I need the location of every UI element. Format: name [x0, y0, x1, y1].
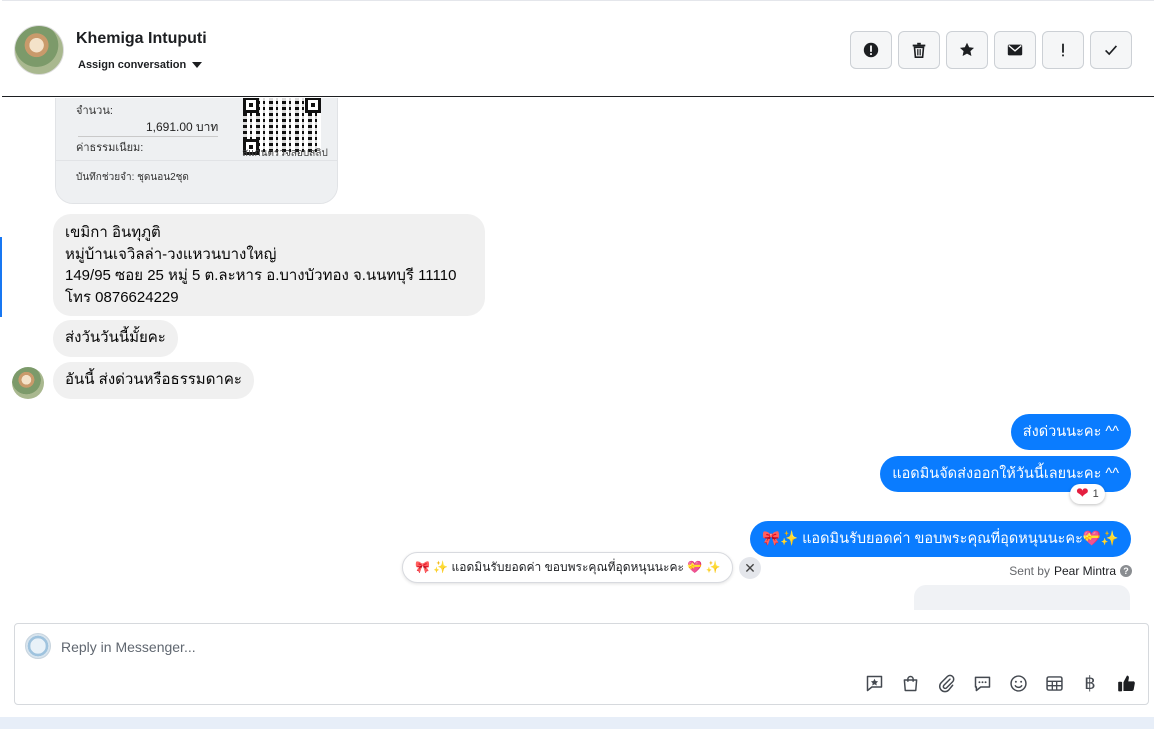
canned-response-button[interactable] [970, 671, 994, 695]
saved-reply-icon [866, 675, 882, 691]
table-icon [1045, 675, 1063, 691]
slip-amount-label: จำนวน: [76, 105, 113, 117]
shopping-bag-icon [903, 675, 917, 691]
saved-reply-button[interactable] [862, 671, 886, 695]
envelope-icon [1007, 44, 1023, 56]
composer-toolbar: ฿ [862, 671, 1138, 695]
messenger-inbox: Khemiga Intuputi Assign conversation จำน… [0, 0, 1154, 729]
payment-request-button[interactable]: ฿ [1078, 671, 1102, 695]
emoji-icon [1009, 674, 1027, 692]
reply-composer: ฿ [14, 623, 1149, 705]
star-button[interactable] [946, 31, 988, 69]
outgoing-message[interactable]: ส่งด่วนนะคะ ^^ [1010, 414, 1131, 450]
mark-unread-button[interactable] [994, 31, 1036, 69]
slip-fee-label: ค่าธรรมเนียม: [76, 142, 144, 154]
trash-icon [912, 42, 926, 59]
incoming-message-address[interactable]: เขมิกา อินทุภูติ หมู่บ้านเจวิลล่า-วงแหวน… [53, 214, 485, 316]
like-button[interactable] [1114, 671, 1138, 695]
delete-button[interactable] [898, 31, 940, 69]
footer-strip [0, 717, 1154, 729]
mark-done-button[interactable] [1090, 31, 1132, 69]
slip-scan-label: สแกนตรวจสอบสลิป [242, 148, 328, 159]
address-line: 149/95 ซอย 25 หมู่ 5 ต.ละหาร อ.บางบัวทอง… [65, 267, 457, 284]
conversation-header: Khemiga Intuputi Assign conversation [2, 0, 1154, 97]
slip-amount-value: 1,691.00 บาท [146, 120, 219, 134]
reply-input[interactable] [61, 636, 961, 658]
assign-conversation-label: Assign conversation [78, 59, 187, 71]
baht-icon: ฿ [1084, 672, 1096, 693]
attachment-icon [938, 674, 954, 692]
typing-placeholder [914, 585, 1130, 610]
incoming-message[interactable]: ส่งวันวันนี้มั้ยคะ [53, 320, 178, 357]
message-thread[interactable]: จำนวน: 1,691.00 บาท ค่าธรรมเนียม: 0.00 บ… [2, 98, 1154, 610]
address-line: เขมิกา อินทุภูติ [65, 224, 161, 241]
chat-bubble-icon [974, 676, 990, 691]
exclamation-icon [1062, 43, 1064, 57]
sent-by-info: Sent by Pear Mintra ? [1009, 564, 1132, 578]
follow-up-button[interactable] [1042, 31, 1084, 69]
star-icon [959, 42, 975, 57]
contact-avatar-small[interactable] [12, 367, 44, 399]
emoji-button[interactable] [1006, 671, 1030, 695]
incoming-message[interactable]: อันนี้ ส่งด่วนหรือธรรมดาคะ [53, 362, 254, 399]
alert-circle-icon [863, 42, 879, 58]
shop-button[interactable] [898, 671, 922, 695]
sent-by-name[interactable]: Pear Mintra [1054, 564, 1116, 578]
sent-by-prefix: Sent by [1009, 564, 1050, 578]
address-line: หมู่บ้านเจวิลล่า-วงแหวนบางใหญ่ [65, 245, 277, 263]
header-toolbar [850, 31, 1132, 69]
contact-avatar[interactable] [14, 25, 64, 75]
help-icon[interactable]: ? [1120, 565, 1132, 577]
mark-spam-button[interactable] [850, 31, 892, 69]
order-table-button[interactable] [1042, 671, 1066, 695]
dismiss-suggestion-button[interactable]: ✕ [739, 557, 761, 579]
thumbs-up-icon [1117, 675, 1135, 691]
address-line: โทร 0876624229 [65, 288, 179, 306]
reaction-count: 1 [1092, 488, 1099, 500]
page-avatar [25, 633, 51, 659]
slip-memo: บันทึกช่วยจำ: ชุดนอน2ชุด [76, 172, 189, 183]
attach-button[interactable] [934, 671, 958, 695]
payment-slip-image[interactable]: จำนวน: 1,691.00 บาท ค่าธรรมเนียม: 0.00 บ… [55, 98, 338, 204]
slip-divider [78, 136, 218, 137]
heart-icon: ❤ [1076, 485, 1089, 502]
outgoing-message[interactable]: 🎀✨ แอดมินรับยอดค่า ขอบพระคุณที่อุดหนุนนะ… [749, 521, 1131, 557]
caret-down-icon [192, 62, 203, 68]
suggested-reply-chip[interactable]: 🎀 ✨ แอดมินรับยอดค่า ขอบพระคุณที่อุดหนุนน… [402, 552, 734, 583]
check-icon [1105, 45, 1118, 56]
contact-name[interactable]: Khemiga Intuputi [76, 30, 207, 48]
message-reaction[interactable]: ❤ 1 [1070, 484, 1105, 504]
assign-conversation-dropdown[interactable]: Assign conversation [78, 59, 203, 71]
